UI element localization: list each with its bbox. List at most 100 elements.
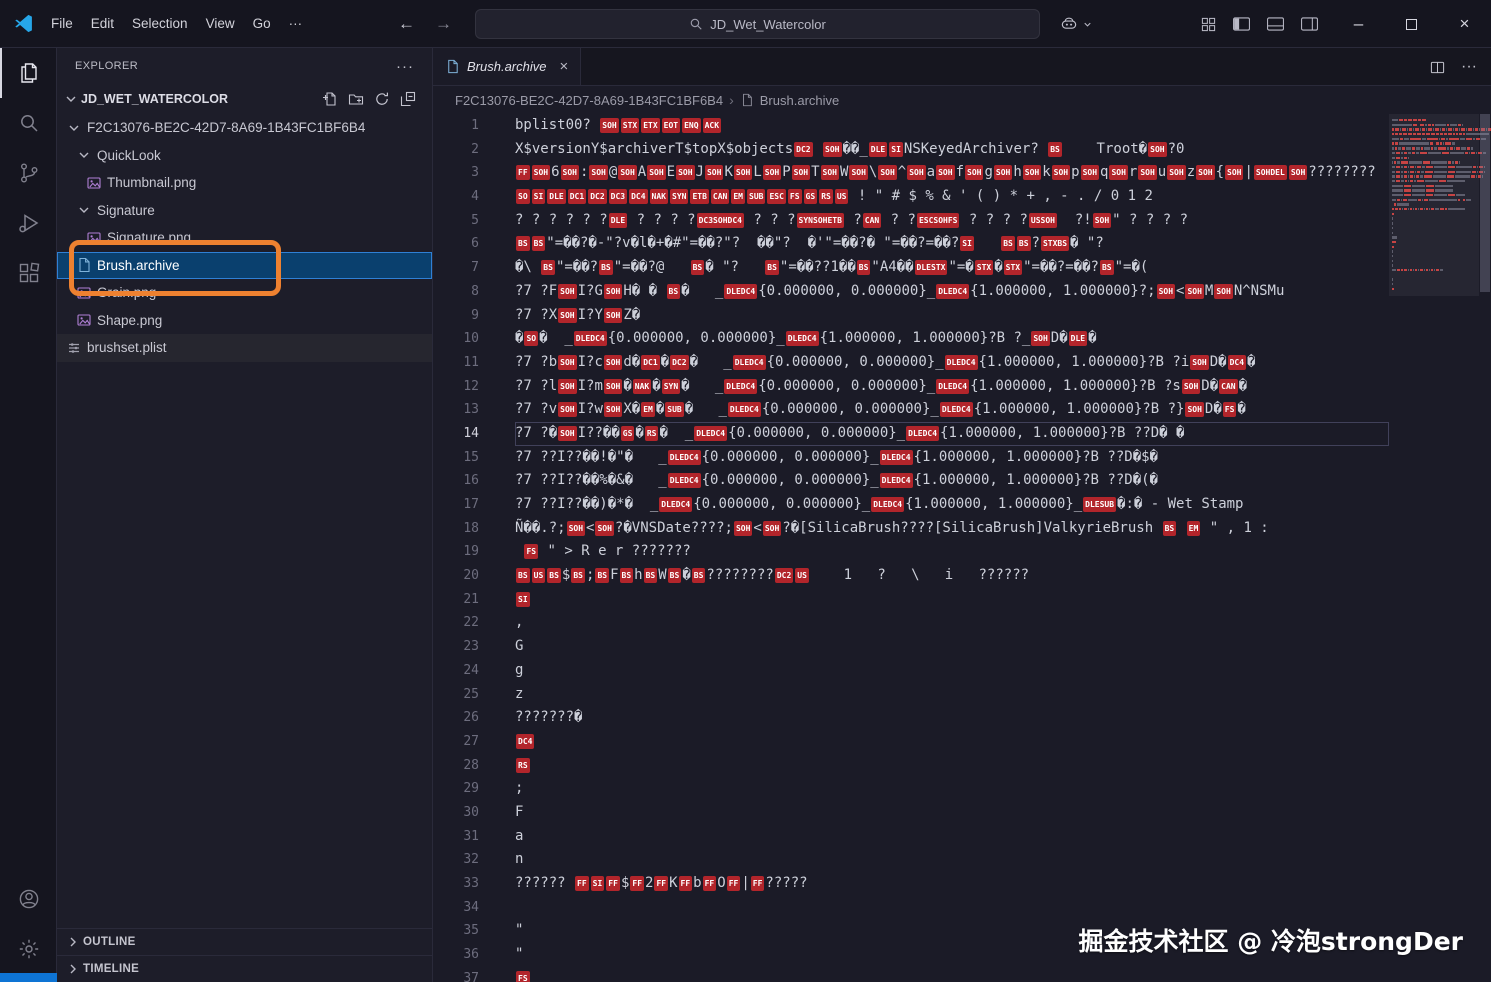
- workspace-section-row[interactable]: JD_WET_WATERCOLOR: [57, 84, 432, 114]
- code-line[interactable]: �\ BS"=��?BS"=��?@ BS� "? BS"=��??1��BS"…: [515, 256, 1389, 280]
- line-number: 20: [433, 564, 479, 588]
- tree-item-brush-archive[interactable]: Brush.archive: [57, 252, 432, 280]
- code-line[interactable]: bplist00? SOHSTXETXEOTENQACK: [515, 114, 1389, 138]
- code-line[interactable]: ?7 ??I??��!�"� _DLEDC4{0.000000, 0.00000…: [515, 446, 1389, 470]
- code-line[interactable]: ?7 ?vSOHI?wSOHX�EM�SUB� _DLEDC4{0.000000…: [515, 398, 1389, 422]
- tree-item-shape-png[interactable]: Shape.png: [57, 307, 432, 335]
- vertical-scrollbar[interactable]: [1479, 114, 1491, 982]
- timeline-section[interactable]: TIMELINE: [57, 955, 432, 982]
- code-line[interactable]: ;: [515, 777, 1389, 801]
- customize-layout-icon[interactable]: [1201, 17, 1216, 32]
- outline-section[interactable]: OUTLINE: [57, 928, 432, 955]
- account-icon[interactable]: [0, 874, 56, 924]
- code-line[interactable]: RS: [515, 754, 1389, 778]
- toggle-primary-sidebar-icon[interactable]: [1233, 17, 1250, 31]
- menu-selection[interactable]: Selection: [123, 11, 197, 36]
- menu-view[interactable]: View: [197, 11, 244, 36]
- command-center-search[interactable]: JD_Wet_Watercolor: [475, 9, 1040, 39]
- tree-item-grain-png[interactable]: Grain.png: [57, 279, 432, 307]
- code-line[interactable]: �SO� _DLEDC4{0.000000, 0.000000}_DLEDC4{…: [515, 327, 1389, 351]
- scrollbar-thumb[interactable]: [1480, 114, 1490, 292]
- code-area[interactable]: bplist00? SOHSTXETXEOTENQACKX$versionY$a…: [501, 114, 1389, 982]
- minimize-button[interactable]: –: [1332, 0, 1385, 48]
- code-line[interactable]: SOSIDLEDC1DC2DC3DC4NAKSYNETBCANEMSUBESCF…: [515, 185, 1389, 209]
- menu-go[interactable]: Go: [244, 11, 280, 36]
- code-line[interactable]: FS: [515, 967, 1389, 982]
- code-line[interactable]: z: [515, 683, 1389, 707]
- line-number: 31: [433, 825, 479, 849]
- code-line[interactable]: ? ? ? ? ? ?DLE ? ? ? ?DC3SOHDC4 ? ? ?SYN…: [515, 209, 1389, 233]
- refresh-icon[interactable]: [374, 91, 390, 107]
- tree-item-thumbnail-png[interactable]: Thumbnail.png: [57, 169, 432, 197]
- line-number: 15: [433, 446, 479, 470]
- new-folder-icon[interactable]: [348, 91, 364, 107]
- code-line[interactable]: BSBS"=��?�-"?v�l�+�#"=��?"? ��"? �'"=��?…: [515, 232, 1389, 256]
- editor-more-actions-button[interactable]: ···: [1461, 58, 1477, 76]
- control-char-bs: BS: [765, 260, 779, 275]
- tree-item-signature[interactable]: Signature: [57, 197, 432, 225]
- settings-icon[interactable]: [0, 924, 56, 974]
- explorer-icon[interactable]: [0, 48, 56, 98]
- code-line[interactable]: ?7 ?FSOHI?GSOHH� � BS� _DLEDC4{0.000000,…: [515, 280, 1389, 304]
- code-line[interactable]: ?7 ?bSOHI?cSOHd�DC1�DC2� _DLEDC4{0.00000…: [515, 351, 1389, 375]
- tree-item-brushset-plist[interactable]: brushset.plist: [57, 334, 432, 362]
- code-line[interactable]: BSUSBS$BS;BSFBShBSWBS�BS????????DC2US 1 …: [515, 564, 1389, 588]
- back-button[interactable]: ←: [398, 14, 415, 34]
- code-line[interactable]: G: [515, 635, 1389, 659]
- remote-indicator[interactable]: [0, 973, 57, 982]
- image-file-icon: [85, 230, 103, 246]
- tree-item-signature-png[interactable]: Signature.png: [57, 224, 432, 252]
- explorer-more-actions-button[interactable]: ···: [396, 58, 414, 75]
- code-line[interactable]: ?7 ?�SOHI??��GS�RS� _DLEDC4{0.000000, 0.…: [515, 422, 1389, 446]
- menu-edit[interactable]: Edit: [82, 11, 123, 36]
- code-line[interactable]: ?7 ?XSOHI?YSOHZ�: [515, 304, 1389, 328]
- forward-button[interactable]: →: [435, 14, 452, 34]
- close-button[interactable]: ×: [1438, 0, 1491, 48]
- code-line[interactable]: ,: [515, 611, 1389, 635]
- control-char-bs: BS: [547, 568, 561, 583]
- code-line[interactable]: X$versionY$archiverT$topX$objectsDC2 SOH…: [515, 138, 1389, 162]
- code-line[interactable]: g: [515, 659, 1389, 683]
- tab-close-icon[interactable]: ×: [559, 58, 568, 75]
- new-file-icon[interactable]: [322, 91, 338, 107]
- minimap[interactable]: [1389, 114, 1479, 982]
- line-number: 33: [433, 872, 479, 896]
- code-line[interactable]: ?????? FFSIFF$FF2FFKFFbFFOFF|FF?????: [515, 872, 1389, 896]
- extensions-icon[interactable]: [0, 248, 56, 298]
- maximize-button[interactable]: [1385, 0, 1438, 48]
- search-icon[interactable]: [0, 98, 56, 148]
- code-line[interactable]: ?7 ??I??��)�*� _DLEDC4{0.000000, 0.00000…: [515, 493, 1389, 517]
- menu-file[interactable]: File: [42, 11, 82, 36]
- code-line[interactable]: ?7 ?lSOHI?mSOH�NAK�SYN� _DLEDC4{0.000000…: [515, 375, 1389, 399]
- run-debug-icon[interactable]: [0, 198, 56, 248]
- editor-group-actions: ···: [1430, 48, 1477, 86]
- source-control-icon[interactable]: [0, 148, 56, 198]
- code-line[interactable]: FS " > R e r ???????: [515, 540, 1389, 564]
- code-line[interactable]: SI: [515, 588, 1389, 612]
- chevron-right-icon: [65, 934, 81, 950]
- menu-more-button[interactable]: ···: [280, 11, 312, 36]
- image-file-icon: [85, 175, 103, 191]
- toggle-panel-icon[interactable]: [1267, 17, 1284, 31]
- tree-item-f2c13076-be2c-42d7-8a69-1b43fc1bf6b4[interactable]: F2C13076-BE2C-42D7-8A69-1B43FC1BF6B4: [57, 114, 432, 142]
- tree-item-quicklook[interactable]: QuickLook: [57, 142, 432, 170]
- code-line[interactable]: ???????�: [515, 706, 1389, 730]
- code-line[interactable]: Ñ��.?;SOH<SOH?�VNSDate????;SOH<SOH?�[Sil…: [515, 517, 1389, 541]
- copilot-menu-button[interactable]: [1059, 14, 1093, 34]
- code-line[interactable]: [515, 896, 1389, 920]
- code-line[interactable]: FFSOH6SOH:SOH@SOHASOHESOHJSOHKSOHLSOHPSO…: [515, 161, 1389, 185]
- control-char-soh: SOH: [1093, 213, 1111, 228]
- collapse-icon[interactable]: [400, 91, 416, 107]
- split-editor-icon[interactable]: [1430, 60, 1445, 75]
- tab-brush-archive[interactable]: Brush.archive ×: [433, 48, 581, 85]
- code-line[interactable]: ?7 ??I??��%�&� _DLEDC4{0.000000, 0.00000…: [515, 469, 1389, 493]
- toggle-secondary-sidebar-icon[interactable]: [1301, 17, 1318, 31]
- code-line[interactable]: n: [515, 848, 1389, 872]
- code-line[interactable]: DC4: [515, 730, 1389, 754]
- code-line[interactable]: F: [515, 801, 1389, 825]
- control-char-dledc4: DLEDC4: [733, 355, 766, 370]
- breadcrumb-file[interactable]: Brush.archive: [760, 93, 839, 108]
- breadcrumb-folder[interactable]: F2C13076-BE2C-42D7-8A69-1B43FC1BF6B4: [455, 93, 723, 108]
- chevron-down-icon: [1082, 19, 1093, 30]
- code-line[interactable]: a: [515, 825, 1389, 849]
